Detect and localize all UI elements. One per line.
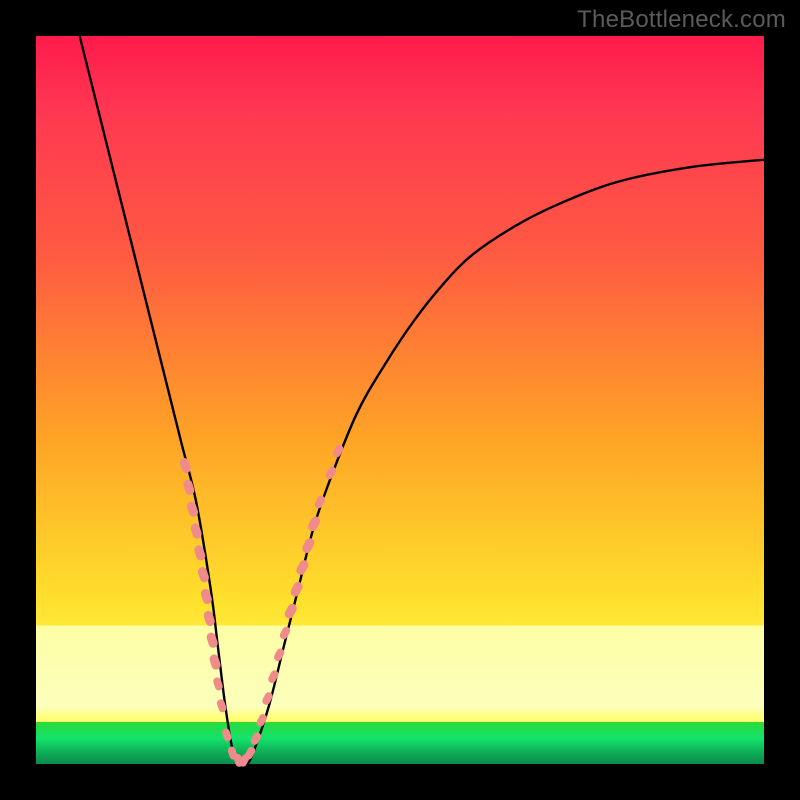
curve-markers <box>179 443 345 768</box>
curve-marker <box>306 515 321 533</box>
curve-marker <box>295 559 310 577</box>
chart-svg <box>36 36 764 764</box>
plot-area <box>36 36 764 764</box>
curve-marker <box>301 537 316 555</box>
curve-marker <box>289 580 304 598</box>
bottleneck-curve <box>80 36 764 766</box>
watermark-text: TheBottleneck.com <box>577 6 786 34</box>
curve-marker <box>283 602 298 620</box>
chart-frame: TheBottleneck.com <box>0 0 800 800</box>
